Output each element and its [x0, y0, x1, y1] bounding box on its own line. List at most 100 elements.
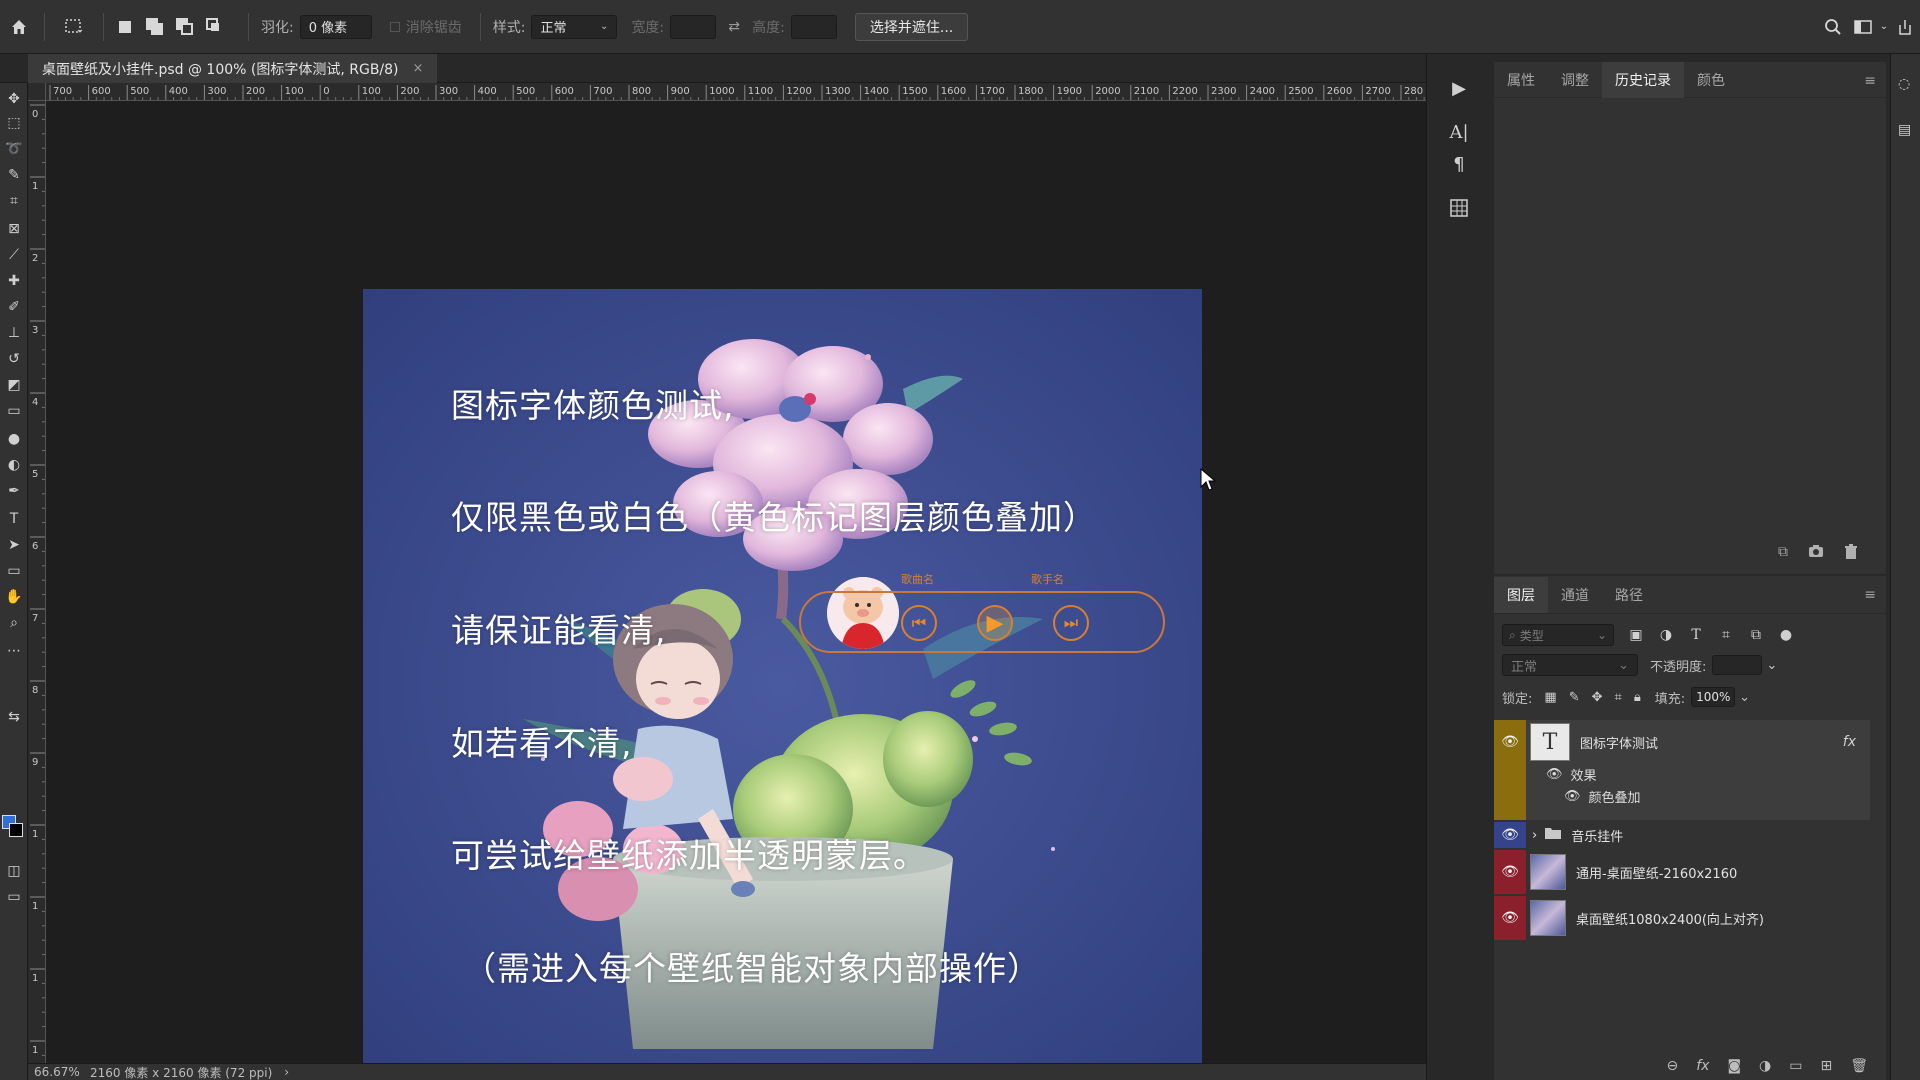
play-icon[interactable]: ▶ [977, 605, 1013, 641]
adjustment-layer-icon[interactable]: ◑ [1759, 1058, 1771, 1074]
menu-icon[interactable]: ≡ [1864, 587, 1876, 603]
clone-stamp-icon[interactable]: ⊥ [4, 323, 24, 343]
shape-filter-icon[interactable]: ⌗ [1718, 627, 1734, 643]
quick-mask-icon[interactable]: ◫ [4, 861, 24, 881]
move-tool-icon[interactable]: ✥ [4, 89, 24, 109]
tab-color[interactable]: 颜色 [1684, 62, 1738, 98]
layer-name[interactable]: 通用-桌面壁纸-2160x2160 [1576, 863, 1737, 882]
play-action-icon[interactable]: ▶ [1447, 76, 1471, 100]
eye-icon[interactable]: 👁︎ [1494, 896, 1526, 940]
fx-icon[interactable]: fx [1696, 1058, 1709, 1074]
paragraph-panel-icon[interactable]: ¶ [1447, 152, 1471, 176]
document-canvas[interactable]: 歌曲名 歌手名 ⏮ ▶ ⏭ 图标字体颜色测试, 仅限黑色或白色（黄色标记图层颜色… [363, 289, 1202, 1079]
blend-mode-select[interactable]: 正常 ⌄ [1502, 654, 1638, 676]
chevron-down-icon[interactable]: ⌄ [1878, 21, 1890, 32]
tab-paths[interactable]: 路径 [1602, 577, 1656, 613]
intersect-selection-icon[interactable] [206, 17, 224, 36]
new-selection-icon[interactable] [116, 18, 134, 36]
chevron-down-icon[interactable]: ⌄ [1766, 658, 1777, 673]
trash-icon[interactable] [1844, 544, 1858, 564]
shape-tool-icon[interactable]: ▭ [4, 561, 24, 581]
layer-name[interactable]: 音乐挂件 [1571, 826, 1623, 845]
document-info[interactable]: 2160 像素 x 2160 像素 (72 ppi) [90, 1064, 272, 1080]
eyedropper-tool-icon[interactable]: ⟋ [4, 245, 24, 265]
search-icon[interactable] [1818, 18, 1848, 36]
new-document-from-state-icon[interactable]: ⧉ [1778, 544, 1788, 564]
lock-artboard-icon[interactable]: ⌗ [1615, 690, 1622, 705]
lock-position-icon[interactable]: ✥ [1592, 690, 1603, 705]
style-select[interactable]: 正常 ⌄ [531, 14, 618, 39]
brush-tool-icon[interactable]: ✐ [4, 297, 24, 317]
pixel-filter-icon[interactable]: ▣ [1628, 627, 1644, 643]
layer-row[interactable]: 👁︎ 通用-桌面壁纸-2160x2160 [1494, 850, 1870, 894]
chevron-right-icon[interactable]: › [284, 1065, 289, 1079]
eye-icon[interactable]: 👁︎ [1546, 767, 1563, 782]
tab-properties[interactable]: 属性 [1494, 62, 1548, 98]
height-input[interactable] [790, 14, 837, 39]
camera-icon[interactable] [1808, 544, 1824, 564]
layer-name[interactable]: 桌面壁纸1080x2400(向上对齐) [1576, 909, 1764, 928]
home-icon[interactable] [6, 18, 32, 36]
layer-row[interactable]: 👁︎ 桌面壁纸1080x2400(向上对齐) [1494, 896, 1870, 940]
feather-input[interactable]: 0 像素 [299, 14, 372, 39]
width-input[interactable] [670, 14, 717, 39]
chevron-down-icon[interactable]: ⌄ [1739, 690, 1750, 705]
vertical-ruler[interactable]: 0 1 2 3 4 5 6 7 8 9 1 1 1 1 [28, 101, 46, 1063]
filter-toggle-icon[interactable]: ● [1778, 627, 1794, 643]
lasso-tool-icon[interactable]: ➰ [4, 139, 24, 159]
more-tools-icon[interactable]: ⋯ [4, 641, 24, 661]
select-and-mask-button[interactable]: 选择并遮住... [854, 12, 969, 41]
document-tab[interactable]: 桌面壁纸及小挂件.psd @ 100% (图标字体测试, RGB/8) × [28, 54, 438, 83]
pen-tool-icon[interactable]: ✒ [4, 481, 24, 501]
chevron-right-icon[interactable]: › [1532, 828, 1537, 843]
dodge-tool-icon[interactable]: ◐ [4, 455, 24, 475]
background-color-swatch[interactable] [9, 823, 23, 837]
tab-history[interactable]: 历史记录 [1602, 61, 1684, 98]
path-select-icon[interactable]: ➤ [4, 535, 24, 555]
lightbulb-icon[interactable]: ◌ [1898, 76, 1910, 92]
blur-tool-icon[interactable]: ● [4, 429, 24, 449]
zoom-tool-icon[interactable]: ⌕ [4, 613, 24, 633]
marquee-tool-icon[interactable] [57, 18, 91, 36]
canvas-workspace[interactable]: 歌曲名 歌手名 ⏮ ▶ ⏭ 图标字体颜色测试, 仅限黑色或白色（黄色标记图层颜色… [47, 101, 1426, 1079]
close-icon[interactable]: × [413, 61, 424, 76]
add-mask-icon[interactable]: ◙ [1727, 1058, 1741, 1074]
quick-select-tool-icon[interactable]: ✎ [4, 165, 24, 185]
swap-icon[interactable]: ⇄ [716, 19, 752, 35]
zoom-level[interactable]: 66.67% [34, 1065, 90, 1079]
horizontal-ruler[interactable]: 700 600 500 400 300 200 100 0 100 200 300 400 500 600… [46, 83, 1426, 101]
type-filter-icon[interactable]: T [1688, 627, 1704, 643]
smart-object-filter-icon[interactable]: ⧉ [1748, 627, 1764, 643]
layer-kind-filter[interactable]: ⌕ 类型 ⌄ [1502, 624, 1614, 646]
tab-adjustments[interactable]: 调整 [1548, 62, 1602, 98]
next-track-icon[interactable]: ⏭ [1053, 605, 1089, 641]
lock-all-icon[interactable]: 🔒︎ [1634, 690, 1641, 705]
table-panel-icon[interactable] [1447, 196, 1471, 220]
eye-icon[interactable]: 👁︎ [1494, 850, 1526, 894]
eraser-tool-icon[interactable]: ◩ [4, 375, 24, 395]
previous-track-icon[interactable]: ⏮ [901, 605, 937, 641]
swap-colors-icon[interactable]: ⇆ [4, 707, 24, 727]
new-layer-icon[interactable]: ⊞ [1820, 1058, 1832, 1074]
menu-icon[interactable]: ≡ [1864, 73, 1876, 89]
tab-channels[interactable]: 通道 [1548, 577, 1602, 613]
eye-icon[interactable]: 👁︎ [1494, 720, 1526, 764]
effects-row[interactable]: 👁︎ 效果 [1546, 764, 1597, 784]
antialias-checkbox[interactable] [389, 21, 400, 32]
folder-icon[interactable]: ▭ [1789, 1058, 1802, 1074]
eye-icon[interactable]: 👁︎ [1564, 789, 1581, 804]
share-icon[interactable] [1890, 18, 1920, 36]
character-panel-icon[interactable]: A| [1447, 120, 1471, 144]
fx-icon[interactable]: fx [1843, 734, 1856, 750]
history-brush-icon[interactable]: ↺ [4, 349, 24, 369]
screen-mode-icon[interactable]: ▭ [4, 887, 24, 907]
effect-item-row[interactable]: 👁︎ 颜色叠加 [1564, 786, 1641, 806]
lock-transparent-icon[interactable]: ▦ [1544, 690, 1556, 705]
layer-row[interactable]: 👁︎ T 图标字体测试 fx 👁︎ 效果 👁︎ 颜色叠加 [1494, 720, 1870, 820]
layer-name[interactable]: 图标字体测试 [1580, 733, 1658, 752]
tab-layers[interactable]: 图层 [1494, 576, 1548, 613]
library-icon[interactable]: ▤ [1898, 122, 1911, 138]
workspace-icon[interactable] [1848, 19, 1878, 35]
opacity-input[interactable] [1712, 655, 1763, 675]
fill-input[interactable]: 100% [1691, 687, 1736, 707]
